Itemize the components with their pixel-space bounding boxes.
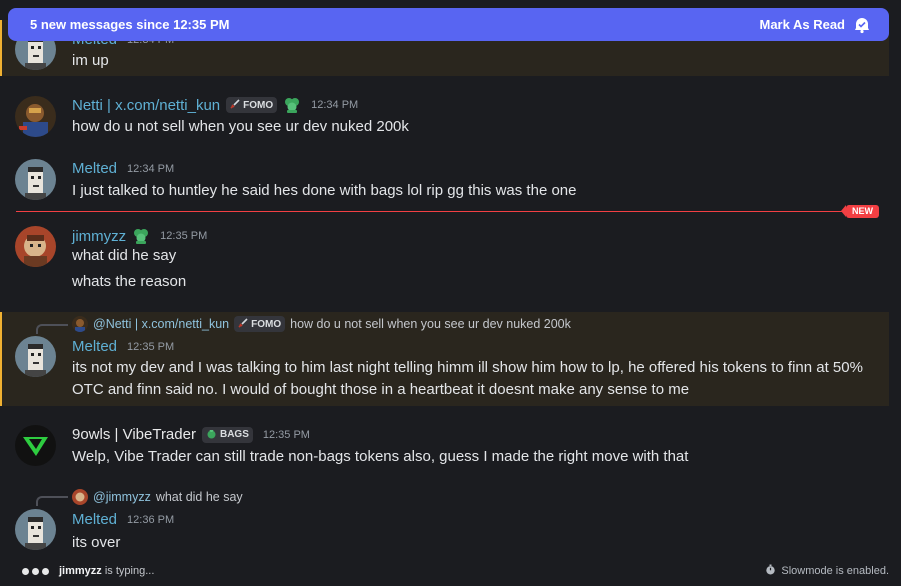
reply-spine: [36, 324, 68, 334]
reply-avatar: [72, 489, 88, 505]
avatar[interactable]: [15, 425, 56, 466]
message-text: how do u not sell when you see ur dev nu…: [72, 118, 409, 135]
mark-as-read-label[interactable]: Mark As Read: [760, 17, 846, 32]
role-tag[interactable]: FOMO: [226, 97, 278, 113]
new-messages-text[interactable]: 5 new messages since 12:35 PM: [30, 17, 229, 32]
sword-icon: [238, 317, 248, 331]
stopwatch-icon: [765, 564, 776, 578]
message-header: jimmyzz 12:35 PM: [72, 227, 207, 245]
username[interactable]: Melted: [72, 160, 117, 177]
avatar[interactable]: [15, 96, 56, 137]
role-tag-label: FOMO: [243, 99, 274, 111]
avatar[interactable]: [15, 226, 56, 267]
avatar[interactable]: [15, 336, 56, 377]
message-header: 9owls | VibeTrader BAGS 12:35 PM: [72, 426, 310, 443]
timestamp: 12:34 PM: [127, 162, 175, 175]
timestamp: 12:35 PM: [262, 428, 310, 441]
message-text: its not my dev and I was talking to him …: [72, 359, 863, 398]
message-text: Welp, Vibe Trader can still trade non-ba…: [72, 448, 689, 465]
message-row[interactable]: jimmyzz 12:35 PM what did he say whats t…: [0, 218, 889, 304]
mark-read-icon[interactable]: [853, 16, 871, 34]
message-text: what did he say: [72, 247, 177, 264]
message-row[interactable]: Melted 12:34 PM I just talked to huntley…: [0, 150, 889, 210]
message-row[interactable]: @jimmyzz what did he say Melted 12:36 PM…: [0, 484, 889, 554]
chat-view: 5 new messages since 12:35 PM Mark As Re…: [0, 0, 901, 586]
role-tag-label: FOMO: [251, 318, 282, 330]
avatar[interactable]: [15, 159, 56, 200]
message-row[interactable]: @Netti | x.com/netti_kun FOMO how do u n…: [0, 312, 889, 406]
typing-dots-icon: [22, 567, 49, 575]
timestamp: 12:35 PM: [127, 340, 175, 353]
reply-reference[interactable]: @Netti | x.com/netti_kun FOMO how do u n…: [72, 316, 571, 332]
username[interactable]: 9owls | VibeTrader: [72, 426, 196, 443]
message-header: Melted 12:35 PM: [72, 338, 174, 355]
new-messages-banner[interactable]: 5 new messages since 12:35 PM Mark As Re…: [8, 8, 889, 41]
new-messages-divider: NEW: [16, 205, 879, 218]
leaf-badge-icon[interactable]: [283, 96, 301, 114]
message-text: im up: [72, 52, 109, 69]
message-header: Melted 12:34 PM: [72, 160, 174, 177]
message-header: Netti | x.com/netti_kun FOMO 12:34 PM: [72, 96, 358, 114]
reply-text[interactable]: what did he say: [156, 490, 243, 504]
mark-as-read-button[interactable]: Mark As Read: [760, 16, 872, 34]
slowmode-indicator: Slowmode is enabled.: [765, 564, 889, 578]
role-tag-label: BAGS: [219, 429, 249, 440]
typing-suffix: is typing...: [101, 565, 155, 577]
reply-text[interactable]: how do u not sell when you see ur dev nu…: [290, 317, 571, 331]
new-label: NEW: [841, 205, 879, 218]
message-text: its over: [72, 534, 121, 551]
chat-footer: jimmyzz is typing... Slowmode is enabled…: [0, 556, 901, 586]
reply-spine: [36, 496, 68, 506]
username[interactable]: Netti | x.com/netti_kun: [72, 97, 220, 114]
role-tag[interactable]: FOMO: [234, 316, 286, 332]
timestamp: 12:36 PM: [127, 513, 175, 526]
reply-reference[interactable]: @jimmyzz what did he say: [72, 489, 243, 505]
role-tag[interactable]: BAGS: [201, 426, 253, 443]
message-text: I just talked to huntley he said hes don…: [72, 182, 577, 199]
timestamp: 12:35 PM: [160, 230, 208, 242]
timestamp: 12:34 PM: [311, 99, 359, 111]
typing-text: jimmyzz is typing...: [59, 565, 154, 577]
reply-username[interactable]: @Netti | x.com/netti_kun: [93, 317, 229, 331]
sword-icon: [230, 98, 240, 112]
typing-user: jimmyzz: [59, 565, 102, 577]
username[interactable]: Melted: [72, 338, 117, 355]
moneybag-icon: [206, 428, 217, 442]
leaf-badge-icon[interactable]: [132, 227, 150, 245]
message-header: Melted 12:36 PM: [72, 511, 174, 528]
reply-username[interactable]: @jimmyzz: [93, 490, 151, 504]
username[interactable]: Melted: [72, 511, 117, 528]
typing-indicator: jimmyzz is typing...: [22, 565, 154, 577]
avatar[interactable]: [15, 509, 56, 550]
username[interactable]: jimmyzz: [72, 228, 126, 245]
message-text: whats the reason: [72, 273, 187, 290]
message-row[interactable]: 9owls | VibeTrader BAGS 12:35 PM Welp, V…: [0, 414, 889, 474]
message-row[interactable]: Netti | x.com/netti_kun FOMO 12:34 PM ho…: [0, 84, 889, 144]
slowmode-text: Slowmode is enabled.: [781, 565, 889, 577]
reply-avatar: [72, 316, 88, 332]
